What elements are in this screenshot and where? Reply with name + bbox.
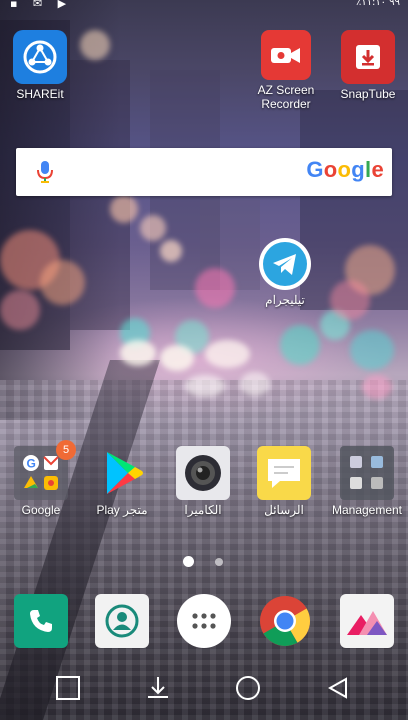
app-label: الرسائل [264,503,304,517]
download-icon [341,30,395,84]
recent-apps-button[interactable] [48,668,88,708]
app-play-store[interactable]: Play متجر [82,446,162,517]
notification-icons: ▪ ✉ ▶ [10,0,73,10]
contacts-icon[interactable] [95,594,149,648]
folder-management[interactable]: Management [327,446,407,517]
back-button[interactable] [318,668,358,708]
shareit-icon [13,30,67,84]
app-label: SHAREit [16,87,64,101]
google-logo-o2: o [337,157,352,182]
page-dot-active[interactable] [183,556,194,567]
google-logo-o1: o [323,157,338,182]
phone-icon[interactable] [14,594,68,648]
app-label: Play متجر [96,503,148,517]
app-az-screen-recorder[interactable]: AZ Screen Recorder [245,30,327,111]
app-messages[interactable]: الرسائل [244,446,324,517]
app-shareit[interactable]: SHAREit [0,30,80,101]
chrome-icon[interactable] [258,594,312,648]
google-folder-icon: G 5 [14,440,76,500]
svg-text:G: G [27,457,36,471]
arrow-down-icon [148,677,168,698]
app-camera[interactable]: الكاميرا [163,446,243,517]
google-logo-g2: g [351,157,366,182]
google-logo: Google [306,157,384,183]
status-text: ٪٩٩ ١١:١٠ [355,0,400,8]
app-label: تيليجرام [265,293,305,307]
play-store-icon [95,446,149,500]
app-label: Google [21,503,61,517]
google-logo-e: e [371,157,384,182]
app-label: AZ Screen Recorder [257,83,315,111]
google-logo-g: G [306,157,324,182]
home-button[interactable] [228,668,268,708]
app-label: الكاميرا [184,503,222,517]
message-icon [257,446,311,500]
camera-icon [176,446,230,500]
navigation-bar [0,656,408,720]
badge-count: 5 [62,444,70,456]
google-search-bar[interactable]: Google [16,148,392,196]
mic-icon[interactable] [36,160,54,184]
notification-badge: 5 [56,440,76,460]
app-telegram[interactable]: تيليجرام [245,238,325,307]
page-dot[interactable] [215,558,223,566]
management-folder-icon [340,446,394,500]
triangle-back-icon [327,677,347,699]
notifications-pulldown-button[interactable] [138,668,178,708]
circle-icon [236,676,260,700]
app-label: SnapTube [340,87,396,101]
camcorder-icon [261,30,311,80]
gallery-icon[interactable] [340,594,394,648]
app-snaptube[interactable]: SnapTube [328,30,408,101]
status-bar: ▪ ✉ ▶ ٪٩٩ ١١:١٠ [0,0,408,10]
square-icon [56,676,80,700]
folder-google[interactable]: G 5 Google [1,440,81,517]
paper-plane-icon [259,238,311,290]
app-drawer-icon[interactable] [177,594,231,648]
app-label: Management [331,503,403,517]
